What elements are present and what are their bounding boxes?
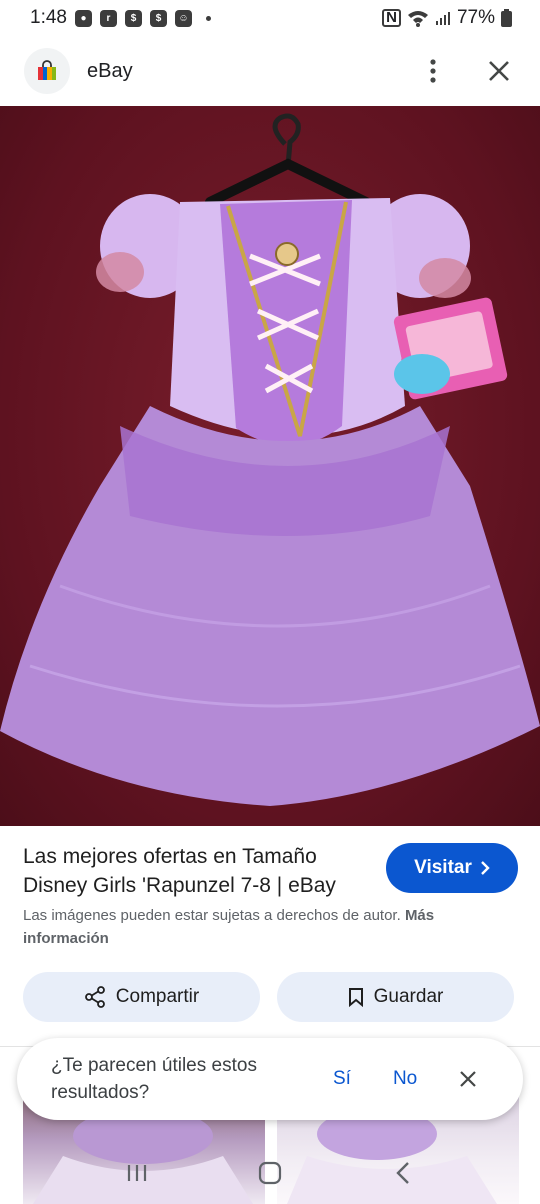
battery-icon	[501, 9, 512, 27]
status-left: 1:48 ● r $ $ ☺	[30, 7, 211, 29]
site-favicon	[24, 48, 70, 94]
page-title: eBay	[87, 59, 133, 82]
close-icon[interactable]	[482, 54, 516, 88]
battery-percent: 77%	[456, 7, 495, 28]
back-icon[interactable]	[383, 1153, 423, 1193]
feedback-yes-button[interactable]: Sí	[327, 1062, 357, 1096]
share-icon	[84, 986, 105, 1008]
share-label: Compartir	[115, 986, 200, 1007]
feedback-card: ¿Te parecen útiles estos resultados? Sí …	[17, 1038, 523, 1120]
wifi-icon	[407, 11, 428, 27]
status-bar: 1:48 ● r $ $ ☺ N 77%	[0, 0, 540, 36]
save-label: Guardar	[373, 986, 444, 1007]
bookmark-icon	[348, 988, 363, 1007]
tag-icon: $	[124, 9, 142, 27]
more-vert-icon[interactable]	[416, 54, 450, 88]
feedback-no-button[interactable]: No	[387, 1062, 423, 1096]
app-bar: eBay	[0, 40, 540, 102]
shopping-bag-icon	[38, 60, 56, 80]
close-icon[interactable]	[453, 1064, 483, 1094]
recents-icon[interactable]	[117, 1153, 157, 1193]
result-title[interactable]: Las mejores ofertas en Tamaño Disney Gir…	[23, 842, 368, 900]
more-notifications-icon	[205, 15, 211, 21]
copyright-text: Las imágenes pueden estar sujetas a dere…	[23, 907, 401, 924]
signal-icon	[435, 12, 450, 25]
share-button[interactable]: Compartir	[23, 972, 260, 1022]
home-icon[interactable]	[250, 1153, 290, 1193]
dress-illustration	[0, 113, 540, 806]
ring-icon: r	[99, 9, 117, 27]
chevron-right-icon	[481, 861, 490, 875]
visit-label: Visitar	[414, 857, 472, 878]
save-button[interactable]: Guardar	[277, 972, 514, 1022]
feedback-question: ¿Te parecen útiles estos resultados?	[51, 1055, 257, 1103]
chat-bubble-icon: ●	[74, 9, 92, 27]
copyright-notice: Las imágenes pueden estar sujetas a dere…	[23, 904, 523, 950]
visit-button[interactable]: Visitar	[386, 843, 518, 893]
system-nav-bar	[0, 1142, 540, 1204]
status-time: 1:48	[30, 7, 67, 28]
smiley-icon: ☺	[174, 9, 192, 27]
status-right: N 77%	[382, 7, 512, 29]
result-image[interactable]	[0, 106, 540, 826]
nfc-icon: N	[382, 9, 401, 27]
app-actions	[416, 54, 516, 88]
tag-icon: $	[149, 9, 167, 27]
